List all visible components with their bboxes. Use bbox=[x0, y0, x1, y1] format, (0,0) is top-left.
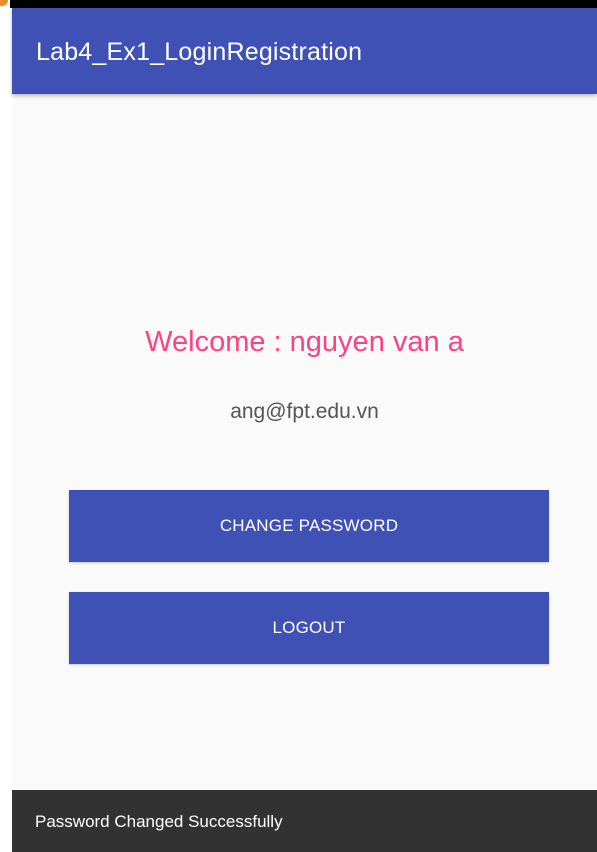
snackbar: Password Changed Successfully bbox=[12, 790, 597, 852]
change-password-button[interactable]: CHANGE PASSWORD bbox=[69, 490, 549, 562]
status-bar bbox=[10, 0, 597, 8]
app-bar: Lab4_Ex1_LoginRegistration bbox=[12, 8, 597, 94]
app-title: Lab4_Ex1_LoginRegistration bbox=[36, 38, 363, 66]
snackbar-message: Password Changed Successfully bbox=[35, 812, 283, 831]
logout-button[interactable]: LOGOUT bbox=[69, 592, 549, 664]
device-screen: Lab4_Ex1_LoginRegistration Welcome : ngu… bbox=[0, 0, 597, 852]
user-email: ang@fpt.edu.vn bbox=[230, 400, 379, 423]
app-window: Lab4_Ex1_LoginRegistration Welcome : ngu… bbox=[12, 8, 597, 852]
corner-mark bbox=[0, 0, 8, 6]
welcome-text: Welcome : nguyen van a bbox=[145, 326, 464, 358]
